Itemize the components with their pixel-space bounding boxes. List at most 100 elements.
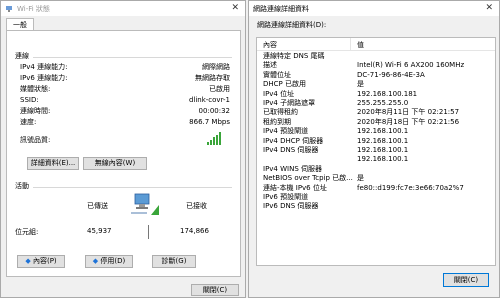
signal-bar	[207, 142, 209, 145]
row-ipv6: IPv6 連線能力: 無網路存取	[20, 73, 230, 84]
wireless-properties-button[interactable]: 無線內容(W)	[83, 157, 147, 170]
signal-bar	[216, 134, 218, 145]
property-cell: IPv4 DNS 伺服器	[263, 146, 319, 154]
duration-value: 00:00:32	[198, 107, 230, 115]
properties-button[interactable]: ◆ 內容(P)	[17, 255, 65, 268]
value-cell: 192.168.100.1	[357, 155, 409, 164]
shield-icon: ◆	[92, 257, 99, 265]
media-state-value: 已啟用	[209, 85, 230, 93]
value-cell: Intel(R) Wi-Fi 6 AX200 160MHz	[357, 61, 465, 70]
table-row[interactable]: IPv6 預設閘道	[257, 193, 495, 202]
property-cell: 連線特定 DNS 尾碼	[263, 52, 325, 60]
property-cell: NetBIOS over Tcpip 已啟...	[263, 174, 353, 183]
signal-bar	[219, 132, 221, 145]
value-cell: fe80::d199:fc7e:3e66:70a2%7	[357, 183, 464, 192]
properties-label: 內容(P)	[32, 257, 57, 265]
signal-bar	[210, 139, 212, 145]
property-cell: DHCP 已啟用	[263, 80, 306, 89]
table-row[interactable]: IPv4 DHCP 伺服器 192.168.100.1	[257, 137, 495, 146]
connection-divider	[33, 57, 232, 58]
col-property[interactable]: 內容	[263, 40, 277, 50]
row-ipv4: IPv4 連線能力: 網際網路	[20, 62, 230, 73]
property-cell: IPv6 預設閘道	[263, 193, 309, 201]
property-cell: IPv4 位址	[263, 89, 295, 98]
property-cell: IPv4 WINS 伺服器	[263, 164, 322, 173]
signal-label: 訊號品質:	[20, 136, 51, 144]
general-panel: 連線 IPv4 連線能力: 網際網路 IPv6 連線能力: 無網路存取 媒體狀態…	[6, 30, 241, 277]
table-row[interactable]: 描述 Intel(R) Wi-Fi 6 AX200 160MHz	[257, 61, 495, 70]
details-window: 網路連線詳細資料 ✕ 網路連線詳細資料(D): 內容 值 連線特定 DNS 尾碼…	[248, 0, 500, 298]
value-cell: 2020年8月18日 下午 02:21:56	[357, 117, 460, 126]
property-cell: IPv4 DHCP 伺服器	[263, 136, 324, 145]
activity-divider	[33, 187, 232, 188]
status-close-button[interactable]: 關閉(C)	[191, 284, 239, 296]
status-titlebar: Wi-Fi 狀態 ✕	[1, 1, 245, 16]
duration-label: 連線時間:	[20, 107, 51, 115]
value-cell: DC-71-96-86-4E-3A	[357, 70, 425, 79]
table-row[interactable]: 192.168.100.1	[257, 155, 495, 164]
property-cell: 租約到期	[263, 117, 291, 126]
activity-separator	[148, 225, 149, 239]
bytes-label: 位元組:	[15, 228, 39, 236]
ssid-value: dlink-covr-1	[188, 96, 230, 104]
ipv6-label: IPv6 連線能力:	[20, 74, 68, 82]
ipv4-value: 網際網路	[202, 63, 230, 71]
diagnose-button[interactable]: 診斷(G)	[152, 255, 196, 268]
details-titlebar: 網路連線詳細資料 ✕	[249, 1, 499, 16]
details-window-title: 網路連線詳細資料	[253, 4, 309, 13]
disable-button[interactable]: ◆ 停用(D)	[85, 255, 133, 268]
table-row[interactable]: 實體位址 DC-71-96-86-4E-3A	[257, 71, 495, 80]
ipv4-label: IPv4 連線能力:	[20, 63, 68, 71]
table-row[interactable]: IPv4 WINS 伺服器	[257, 165, 495, 174]
table-row[interactable]: DHCP 已啟用 是	[257, 80, 495, 89]
table-row[interactable]: IPv6 DNS 伺服器	[257, 202, 495, 211]
property-cell: 描述	[263, 61, 277, 70]
column-separator[interactable]	[350, 38, 351, 50]
value-cell: 2020年8月11日 下午 02:21:57	[357, 108, 460, 117]
table-row[interactable]: IPv4 子網路遮罩 255.255.255.0	[257, 99, 495, 108]
close-icon[interactable]: ✕	[231, 3, 239, 13]
details-table[interactable]: 內容 值 連線特定 DNS 尾碼 描述 Intel(R) Wi-Fi 6 AX200…	[256, 37, 496, 266]
signal-strength-icon	[207, 131, 221, 145]
signal-bar	[213, 137, 215, 145]
row-signal: 訊號品質:	[20, 135, 230, 146]
close-icon[interactable]: ✕	[485, 3, 493, 13]
media-state-label: 媒體狀態:	[20, 85, 51, 93]
speed-value: 866.7 Mbps	[189, 118, 230, 126]
table-row[interactable]: IPv4 位址 192.168.100.181	[257, 90, 495, 99]
property-cell: IPv4 預設閘道	[263, 127, 309, 136]
table-row[interactable]: 連結-本機 IPv6 位址 fe80::d199:fc7e:3e66:70a2%7	[257, 184, 495, 193]
value-cell: 192.168.100.1	[357, 136, 409, 145]
col-value[interactable]: 值	[357, 40, 364, 50]
ipv6-value: 無網路存取	[195, 74, 230, 82]
details-table-header: 內容 值	[257, 38, 495, 51]
status-window-title: Wi-Fi 狀態	[17, 4, 50, 13]
value-cell: 是	[357, 174, 364, 183]
details-list-label: 網路連線詳細資料(D):	[257, 21, 327, 29]
value-cell: 192.168.100.1	[357, 127, 409, 136]
row-speed: 速度: 866.7 Mbps	[20, 117, 230, 128]
table-row[interactable]: 已取得租約 2020年8月11日 下午 02:21:57	[257, 108, 495, 117]
speed-label: 速度:	[20, 118, 37, 126]
details-close-button[interactable]: 關閉(C)	[443, 273, 489, 287]
table-row[interactable]: 租約到期 2020年8月18日 下午 02:21:56	[257, 118, 495, 127]
network-icon	[6, 5, 12, 12]
table-row[interactable]: IPv4 預設閘道 192.168.100.1	[257, 127, 495, 136]
value-cell: 255.255.255.0	[357, 99, 409, 107]
received-label: 已接收	[186, 202, 207, 210]
table-row[interactable]: 連線特定 DNS 尾碼	[257, 52, 495, 61]
network-activity-icon	[131, 193, 159, 215]
value-cell: 192.168.100.1	[357, 146, 409, 154]
property-cell: 連結-本機 IPv6 位址	[263, 183, 327, 192]
table-row[interactable]: NetBIOS over Tcpip 已啟... 是	[257, 174, 495, 183]
connection-heading: 連線	[15, 52, 29, 60]
activity-heading: 活動	[15, 182, 29, 190]
property-cell: IPv6 DNS 伺服器	[263, 202, 319, 211]
table-row[interactable]: IPv4 DNS 伺服器 192.168.100.1	[257, 146, 495, 155]
shield-icon: ◆	[25, 257, 31, 265]
details-button[interactable]: 詳細資料(E)...	[27, 157, 79, 170]
value-cell: 是	[357, 80, 364, 89]
disable-label: 停用(D)	[100, 257, 126, 265]
bytes-sent-value: 45,937	[87, 227, 112, 235]
row-duration: 連線時間: 00:00:32	[20, 106, 230, 117]
